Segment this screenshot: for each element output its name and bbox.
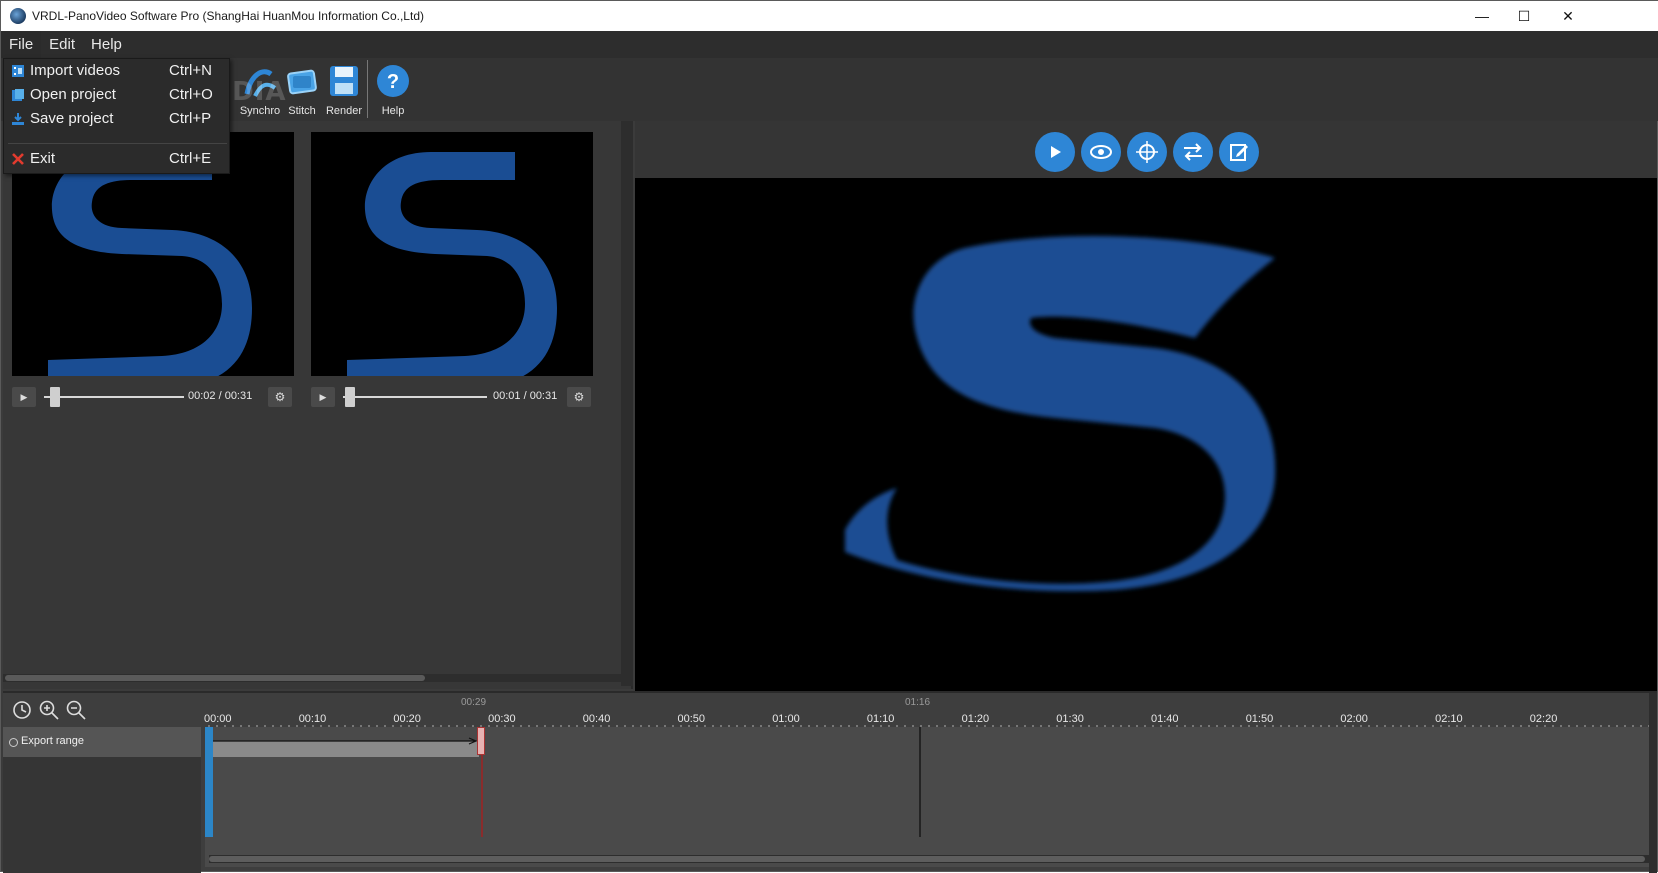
close-window-button[interactable]: ✕ <box>1545 1 1591 31</box>
folder-icon <box>12 89 24 101</box>
timeline-tick-label: 02:20 <box>1529 713 1558 725</box>
stitch-button[interactable]: Stitch <box>280 58 324 121</box>
menu-item-exit[interactable]: Exit Ctrl+E <box>4 147 231 171</box>
menu-edit[interactable]: Edit <box>41 31 83 58</box>
app-window: VRDL-PanoVideo Software Pro (ShangHai Hu… <box>0 0 1658 873</box>
timeline-tick-label: 01:30 <box>1056 713 1084 725</box>
timeline-tick-label: 00:00 <box>204 713 232 725</box>
horizontal-scrollbar[interactable] <box>3 674 625 682</box>
playhead-cursor[interactable] <box>919 727 921 837</box>
compass-icon <box>1136 141 1158 163</box>
render-label: Render <box>325 105 363 117</box>
preview-swap-button[interactable] <box>1173 132 1213 172</box>
menu-item-save-project[interactable]: Save project Ctrl+P <box>4 107 231 131</box>
end-marker-label: 00:29 <box>461 697 487 708</box>
timeline-panel: Export range 00:00 00:10 00:20 00:30 00:40 00… <box>3 691 1657 873</box>
play-icon[interactable]: ▶ <box>311 387 335 407</box>
maximize-button[interactable]: ☐ <box>1501 1 1547 31</box>
video-time-1: 00:02 / 00:31 <box>188 390 253 402</box>
menu-file[interactable]: File <box>1 31 42 58</box>
panorama-preview[interactable] <box>635 178 1657 691</box>
timeline-tracks[interactable] <box>205 727 1649 867</box>
app-logo-icon <box>10 8 26 24</box>
menu-bar: File Edit Help <box>1 31 1658 58</box>
stitch-icon <box>287 69 317 95</box>
timeline-tick-label: 01:00 <box>772 713 800 725</box>
timeline-tick-label: 00:50 <box>677 713 706 725</box>
seek-track-2[interactable] <box>343 396 487 398</box>
timeline-tick-label: 01:10 <box>866 713 895 725</box>
stitch-label: Stitch <box>288 105 316 117</box>
video-controls-2: ▶ 00:01 / 00:31 ⚙ <box>311 387 593 407</box>
swap-arrows-icon <box>1184 143 1202 161</box>
save-disk-icon <box>330 66 358 96</box>
menu-item-import-videos[interactable]: Import videos Ctrl+N <box>4 59 231 83</box>
film-icon <box>12 65 24 77</box>
eye-icon <box>1090 145 1112 159</box>
preview-logo-icon <box>845 235 1276 592</box>
svg-text:?: ? <box>387 71 399 93</box>
timeline-vertical-scrollbar[interactable] <box>1649 693 1657 873</box>
menu-separator <box>8 143 227 144</box>
zoom-out-icon[interactable] <box>65 699 87 721</box>
timeline-tick-label: 00:20 <box>393 713 421 725</box>
track-radio[interactable] <box>9 738 18 747</box>
timeline-tick-label: 02:10 <box>1435 713 1463 725</box>
render-button[interactable]: Render <box>322 58 366 121</box>
play-icon <box>1051 146 1061 158</box>
preview-view-button[interactable] <box>1081 132 1121 172</box>
cursor-label: 01:16 <box>905 697 931 708</box>
question-icon: ? <box>377 65 409 97</box>
timeline-tick-label: 00:10 <box>298 713 327 725</box>
preview-toolbar <box>635 121 1657 178</box>
vertical-scrollbar[interactable] <box>621 121 633 686</box>
timeline-tick-label: 02:00 <box>1340 713 1368 725</box>
clock-icon[interactable] <box>11 699 33 721</box>
preview-play-button[interactable] <box>1035 132 1075 172</box>
seek-track-1[interactable] <box>44 396 184 398</box>
seek-handle-1[interactable] <box>50 387 60 407</box>
play-icon[interactable]: ▶ <box>12 387 36 407</box>
input-videos-panel: ▶ 00:02 / 00:31 ⚙ ▶ 00:01 / 00:31 ⚙ <box>3 121 633 689</box>
timeline-tick-label: 00:40 <box>582 713 611 725</box>
help-button[interactable]: ? Help <box>371 58 415 121</box>
range-arrow-icon <box>213 737 478 745</box>
help-label: Help <box>381 105 405 117</box>
timeline-tick-label: 01:50 <box>1245 713 1274 725</box>
video-controls-1: ▶ 00:02 / 00:31 ⚙ <box>12 387 294 407</box>
gear-icon[interactable]: ⚙ <box>268 387 292 407</box>
timeline-ruler[interactable]: 00:00 00:10 00:20 00:30 00:40 00:50 01:00 01:10… <box>204 693 1649 727</box>
timeline-horizontal-scrollbar[interactable] <box>209 855 1649 863</box>
close-icon <box>12 153 24 165</box>
download-icon <box>12 113 24 125</box>
menu-item-open-project[interactable]: Open project Ctrl+O <box>4 83 231 107</box>
timeline-tick-label: 01:40 <box>1151 713 1179 725</box>
timeline-tools <box>11 699 87 721</box>
toolbar-divider <box>367 60 368 118</box>
timeline-tick-label: 01:20 <box>961 713 990 725</box>
range-end-handle[interactable] <box>477 727 485 755</box>
title-bar: VRDL-PanoVideo Software Pro (ShangHai Hu… <box>1 1 1658 31</box>
edit-icon <box>1230 144 1248 161</box>
zoom-in-icon[interactable] <box>38 699 60 721</box>
track-export-range[interactable]: Export range <box>3 727 201 757</box>
window-title: VRDL-PanoVideo Software Pro (ShangHai Hu… <box>32 9 424 23</box>
minimize-button[interactable]: — <box>1459 1 1505 31</box>
video-thumbnail-2[interactable] <box>311 132 593 376</box>
video-time-2: 00:01 / 00:31 <box>493 390 558 402</box>
file-menu-dropdown: Import videos Ctrl+N Open project Ctrl+O… <box>3 58 230 174</box>
preview-navigate-button[interactable] <box>1127 132 1167 172</box>
menu-help[interactable]: Help <box>83 31 130 58</box>
video-frame-logo-icon <box>347 152 557 376</box>
preview-edit-button[interactable] <box>1219 132 1259 172</box>
track-name: Export range <box>21 735 84 747</box>
timeline-tick-label: 00:30 <box>488 713 516 725</box>
gear-icon[interactable]: ⚙ <box>567 387 591 407</box>
range-start-marker[interactable] <box>205 727 213 837</box>
seek-handle-2[interactable] <box>345 387 355 407</box>
